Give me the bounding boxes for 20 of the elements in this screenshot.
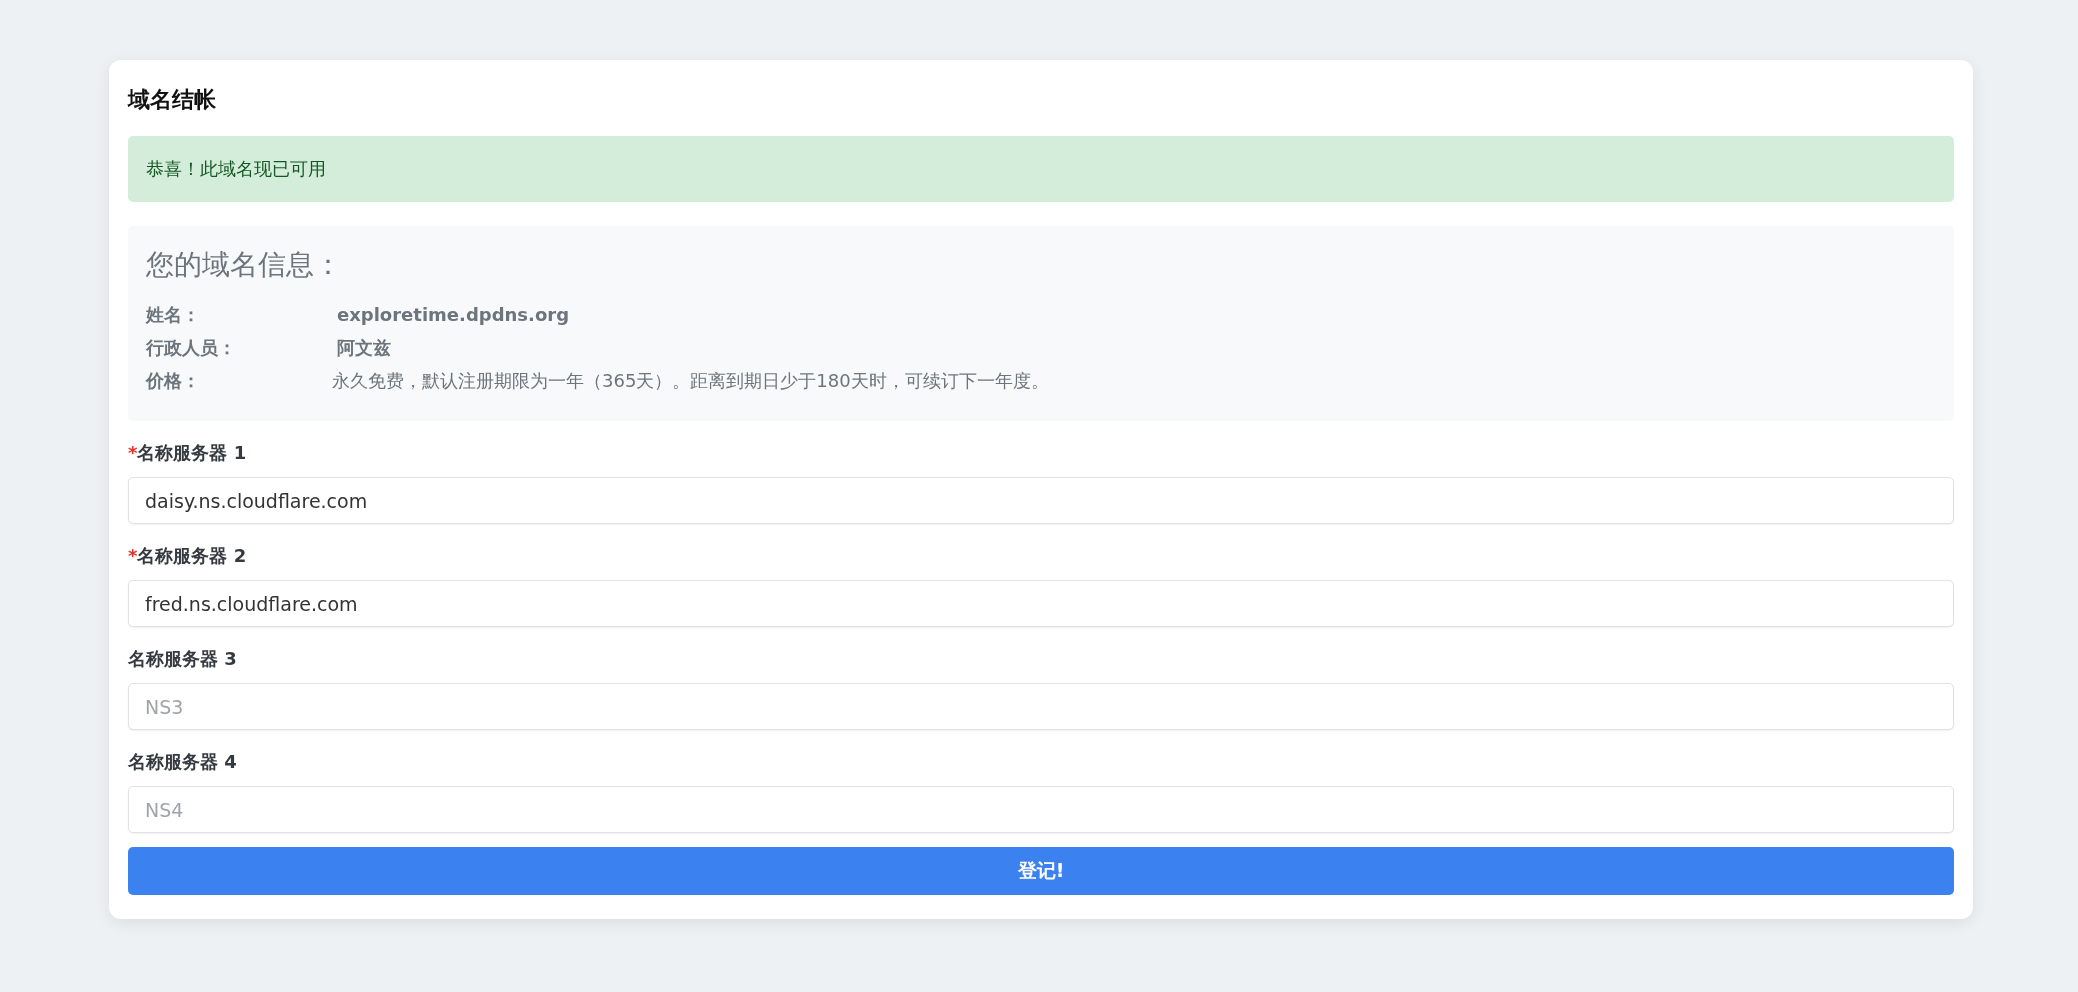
info-label: 价格： (146, 369, 201, 393)
required-mark: * (128, 442, 138, 463)
input-field[interactable]: NS4 (128, 786, 1954, 833)
info-label: 行政人员： (146, 336, 237, 360)
field-label: 名称服务器 2 (137, 545, 247, 566)
info-value: 阿文兹 (336, 336, 391, 360)
register-button[interactable]: 登记! (128, 847, 1954, 895)
field-label: 名称服务器 4 (128, 751, 237, 772)
input-field[interactable]: NS3 (128, 683, 1954, 730)
field-label: 名称服务器 1 (137, 442, 247, 463)
info-value: exploretime.dpdns.org (336, 303, 570, 327)
input-field[interactable]: daisy.ns.cloudflare.com (128, 477, 1954, 524)
field-label: 名称服务器 3 (128, 648, 237, 669)
info-value: 永久免费，默认注册期限为一年（365天）。距离到期日少于180天时，可续订下一年度。 (332, 369, 1049, 393)
info-heading: 您的域名信息： (146, 247, 343, 283)
input-field[interactable]: fred.ns.cloudflare.com (128, 580, 1954, 627)
success-alert: 恭喜！此域名现已可用 (128, 136, 1954, 202)
info-label: 姓名： (146, 303, 201, 327)
card-title: 域名结帐 (128, 86, 217, 114)
required-mark: * (128, 545, 138, 566)
